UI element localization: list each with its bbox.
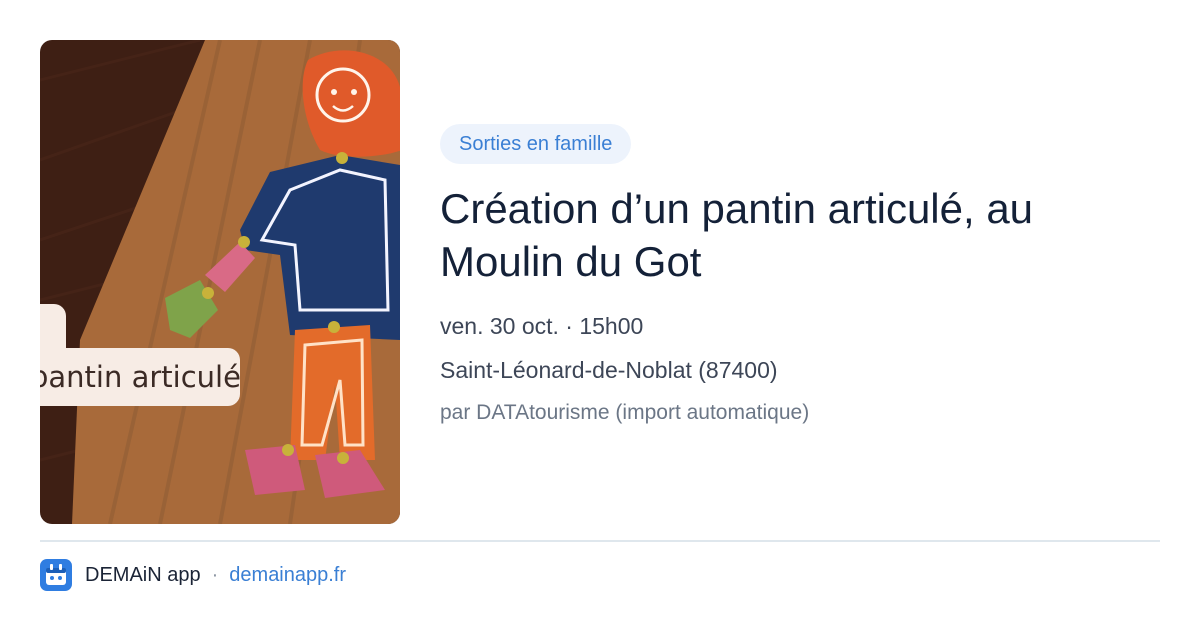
category-badge[interactable]: Sorties en famille bbox=[440, 124, 632, 164]
event-date-time: ven. 30 oct. · 15h00 bbox=[440, 313, 644, 339]
caption-tab bbox=[40, 304, 66, 350]
event-title[interactable]: Création d’un pantin articulé, au Moulin… bbox=[440, 182, 1140, 288]
event-source: par DATAtourisme (import automatique) bbox=[440, 401, 810, 424]
image-caption: pantin articulé bbox=[40, 348, 240, 406]
puppet-photo bbox=[40, 40, 400, 524]
event-image[interactable]: pantin articulé bbox=[40, 40, 400, 524]
app-name: DEMAiN app bbox=[85, 563, 201, 586]
site-link[interactable]: demainapp.fr bbox=[229, 564, 346, 587]
footer: DEMAiN app · demainapp.fr bbox=[40, 558, 346, 592]
puppet-head bbox=[302, 50, 400, 157]
separator: · bbox=[211, 563, 219, 586]
demain-app-icon bbox=[40, 559, 72, 591]
event-location: Saint-Léonard-de-Noblat (87400) bbox=[440, 357, 778, 383]
divider bbox=[40, 540, 1160, 542]
